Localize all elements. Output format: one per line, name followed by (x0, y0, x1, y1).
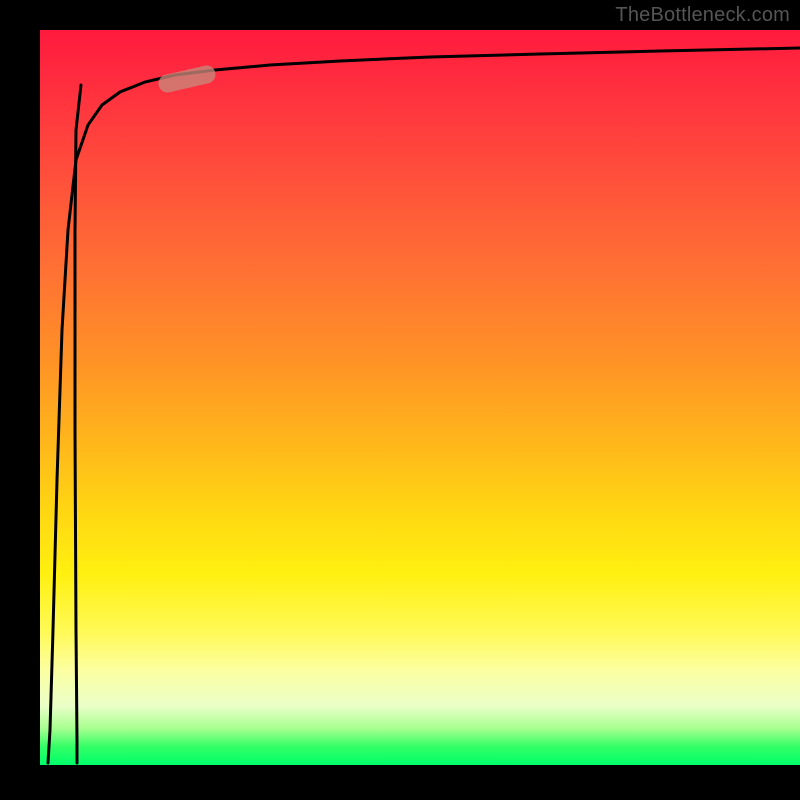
marker-pill (157, 64, 218, 95)
curve-marker (157, 64, 218, 95)
log-curve (48, 48, 800, 763)
vertical-drop-segment (75, 85, 81, 763)
plot-area (40, 30, 800, 765)
curve-layer (40, 30, 800, 765)
watermark-label: TheBottleneck.com (615, 4, 790, 27)
chart-frame: TheBottleneck.com (0, 0, 800, 800)
